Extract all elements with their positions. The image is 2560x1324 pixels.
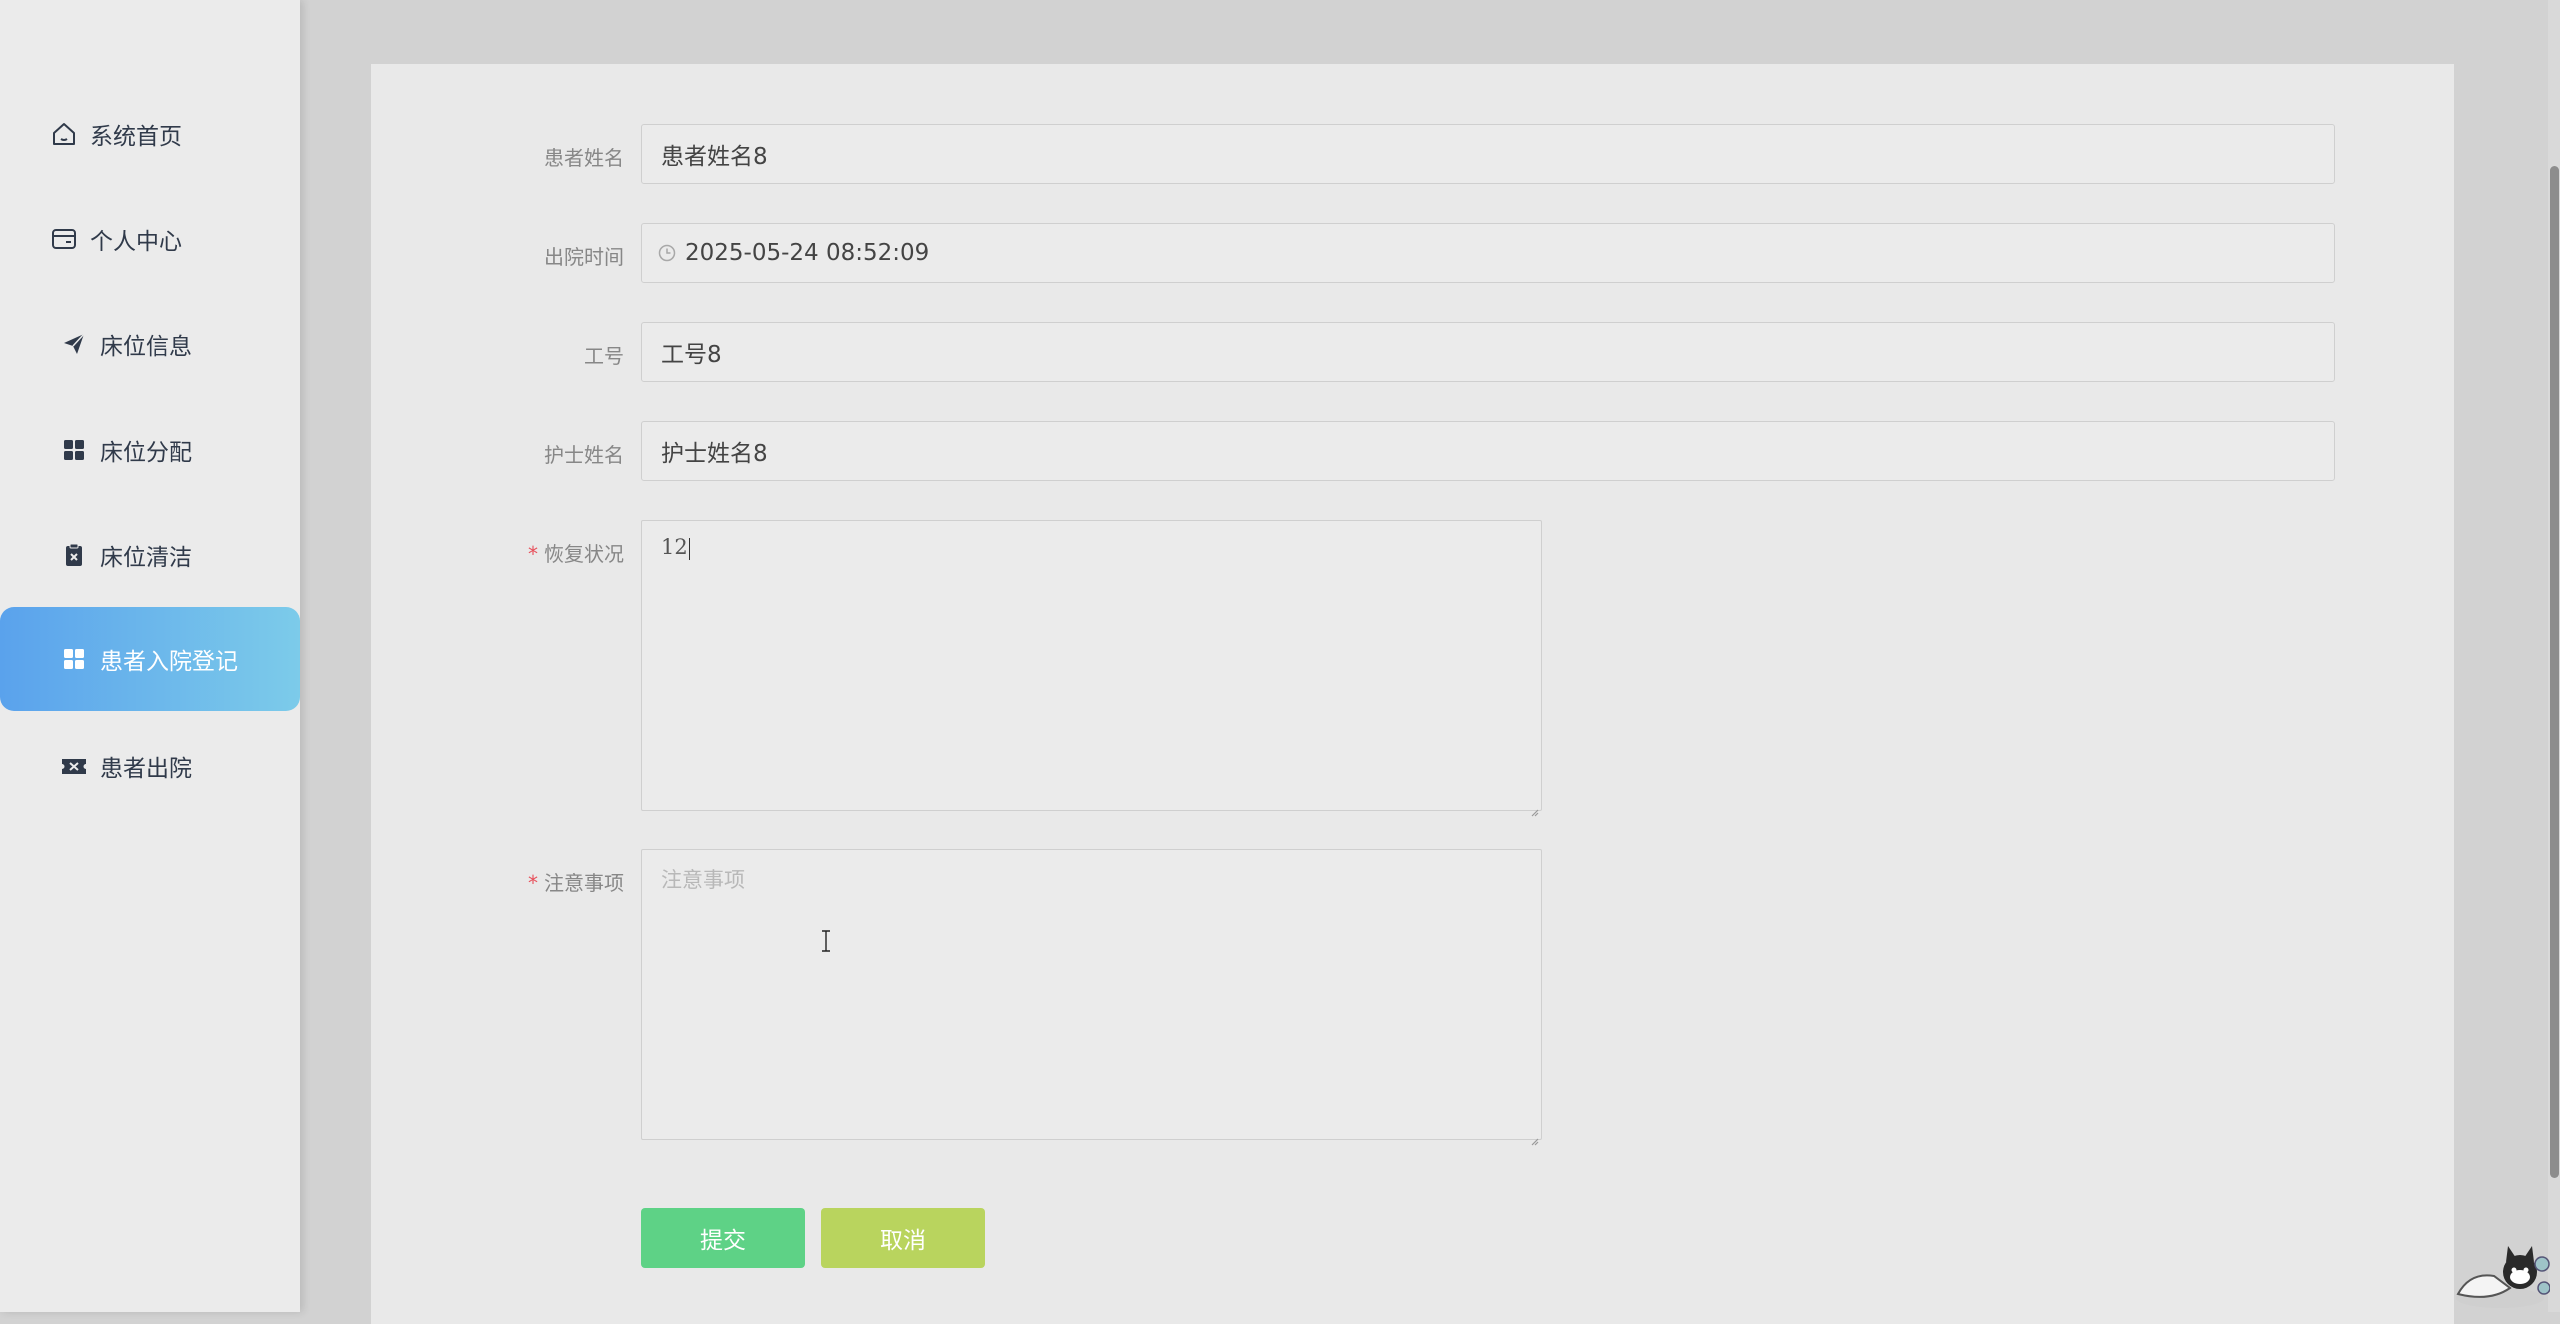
patient-name-label: 患者姓名	[544, 146, 624, 170]
text-cursor-icon	[820, 930, 832, 956]
staff-id-field[interactable]: 工号8	[641, 322, 2335, 382]
scrollbar-thumb[interactable]	[2550, 166, 2559, 1178]
sidebar-item-home[interactable]: 系统首页	[0, 82, 300, 186]
sidebar-item-patient-admission[interactable]: 患者入院登记	[0, 607, 300, 711]
page-scrollbar[interactable]	[2548, 0, 2560, 1312]
notes-label-text: 注意事项	[544, 871, 624, 895]
nurse-name-label: 护士姓名	[544, 443, 624, 467]
sidebar-item-label: 系统首页	[90, 124, 182, 150]
discharge-time-value: 2025-05-24 08:52:09	[685, 240, 930, 266]
grid-icon	[60, 645, 88, 673]
sidebar: 系统首页 个人中心 床位信息 床位分配 床位清洁 患者入院登记 患者出院	[0, 0, 300, 1312]
sidebar-item-label: 个人中心	[90, 229, 182, 255]
form-panel: 患者姓名 患者姓名8 出院时间 2025-05-24 08:52:09 工号 工…	[371, 64, 2454, 1324]
sidebar-item-bed-allocation[interactable]: 床位分配	[0, 398, 300, 502]
staff-id-label: 工号	[584, 344, 624, 368]
sidebar-item-label: 患者入院登记	[100, 649, 238, 675]
wallet-icon	[50, 225, 78, 253]
patient-name-field[interactable]: 患者姓名8	[641, 124, 2335, 184]
cancel-button[interactable]: 取消	[821, 1208, 985, 1268]
home-icon	[50, 120, 78, 148]
recovery-status-label-text: 恢复状况	[544, 542, 624, 566]
resize-handle-icon[interactable]	[1529, 1127, 1539, 1146]
sidebar-item-label: 床位分配	[100, 440, 192, 466]
required-mark: *	[528, 542, 538, 566]
sidebar-item-label: 床位信息	[100, 334, 192, 360]
patient-name-value: 患者姓名8	[661, 144, 768, 170]
staff-id-value: 工号8	[661, 342, 722, 368]
discharge-time-picker[interactable]: 2025-05-24 08:52:09	[641, 223, 2335, 283]
cat-mascot-icon	[2450, 1236, 2551, 1316]
sidebar-item-label: 床位清洁	[100, 545, 192, 571]
required-mark: *	[528, 871, 538, 895]
paper-plane-icon	[60, 330, 88, 358]
sidebar-item-bed-info[interactable]: 床位信息	[0, 292, 300, 396]
grid-icon	[60, 436, 88, 464]
notes-placeholder: 注意事项	[661, 868, 745, 892]
ticket-icon	[60, 752, 88, 780]
sidebar-item-label: 患者出院	[100, 756, 192, 782]
nurse-name-field[interactable]: 护士姓名8	[641, 421, 2335, 481]
recovery-status-textarea[interactable]: 12	[641, 520, 1542, 817]
clipboard-x-icon	[60, 541, 88, 569]
notes-label: * 注意事项	[371, 867, 624, 896]
sidebar-item-bed-cleaning[interactable]: 床位清洁	[0, 503, 300, 607]
recovery-status-label: * 恢复状况	[371, 538, 624, 567]
notes-textarea[interactable]: 注意事项	[641, 849, 1542, 1146]
submit-button[interactable]: 提交	[641, 1208, 805, 1268]
text-caret	[688, 537, 690, 560]
resize-handle-icon[interactable]	[1529, 798, 1539, 817]
clock-icon	[658, 244, 676, 262]
sidebar-item-personal-center[interactable]: 个人中心	[0, 187, 300, 291]
nurse-name-value: 护士姓名8	[661, 441, 768, 467]
sidebar-item-patient-discharge[interactable]: 患者出院	[0, 714, 300, 818]
discharge-time-label: 出院时间	[544, 245, 624, 269]
recovery-status-value: 12	[661, 535, 688, 559]
